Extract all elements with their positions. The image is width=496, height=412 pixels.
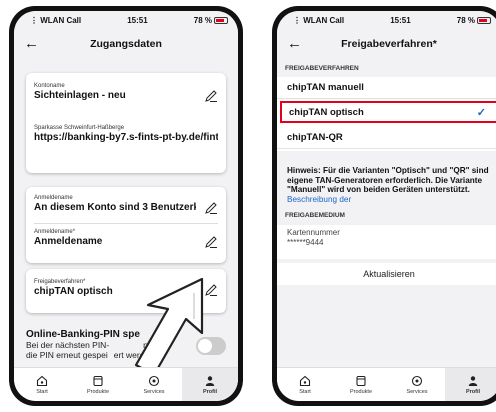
option-label: chipTAN-QR [287,132,343,143]
divider [34,223,218,224]
tab-produkte-label: Produkte [349,388,372,395]
carrier-label: WLAN Call [40,15,82,25]
pin-desc-line2: die PIN erneut gespei [26,350,108,360]
option-chiptan-manuell[interactable]: chipTAN manuell [277,77,496,99]
tab-services-label: Services [143,388,165,395]
pin-desc-line1: Bei der nächsten PIN- [26,340,110,350]
back-arrow-icon[interactable]: ← [24,35,39,52]
medium-row: Kartennummer ******9444 [277,225,496,259]
login-name-label: Anmeldename [34,195,73,201]
screen-freigabeverfahren: ⋮ WLAN Call 15:51 78 % ← Freigabeverfahr… [277,11,496,401]
refresh-button[interactable]: Aktualisieren [277,263,496,285]
time-label: 15:51 [127,15,148,25]
login-name-value: An diesem Konto sind 3 Benutzerkennungen [34,202,196,213]
tab-services[interactable]: Services [389,368,445,401]
tab-bar: Start Produkte Services Profil [14,367,238,401]
account-card: Kontoname Sichteinlagen - neu Sparkasse … [26,73,226,173]
status-bar: ⋮ WLAN Call 15:51 78 % [277,11,496,29]
checkmark-icon: ✓ [476,106,486,119]
page-title: Freigabeverfahren* [341,38,437,50]
tab-produkte[interactable]: Produkte [333,368,389,401]
hint-body: Hinweis: Für die Varianten "Optisch" und… [287,166,489,194]
bank-url-value: https://banking-by7.s-fints-pt-by.de/fin… [34,132,218,143]
battery-percent: 78 % [456,15,475,25]
tab-services[interactable]: Services [126,368,182,401]
login-name-field[interactable]: Anmeldename An diesem Konto sind 3 Benut… [34,195,196,213]
page-title: Zugangsdaten [90,38,162,50]
option-label: chipTAN optisch [289,106,364,118]
tab-start-label: Start [299,388,311,395]
services-icon [411,375,423,386]
bank-name-label: Sparkasse Schweinfurt-Haßberge [34,125,125,131]
section-header-verfahren: FREIGABEVERFAHREN [285,65,359,72]
battery-icon [213,16,228,24]
back-arrow-icon[interactable]: ← [287,35,302,52]
tab-start-label: Start [36,388,48,395]
edit-pencil-icon[interactable] [204,235,218,249]
edit-pencil-icon[interactable] [204,201,218,215]
services-icon [148,375,160,386]
tab-bar: Start Produkte Services Profil [277,367,496,401]
option-label: chipTAN manuell [287,82,364,93]
tab-profil[interactable]: Profil [445,368,496,401]
carrier-label: WLAN Call [303,15,345,25]
login-name-2-value: Anmeldename [34,236,103,247]
login-name-2-field[interactable]: Anmeldename* Anmeldename [34,229,218,247]
tab-profil-label: Profil [202,388,218,395]
home-icon [299,375,311,386]
section-header-medium: FREIGABEMEDIUM [285,212,345,219]
option-chiptan-optisch[interactable]: chipTAN optisch ✓ [280,101,496,123]
tab-produkte[interactable]: Produkte [70,368,126,401]
hint-text: Hinweis: Für die Varianten "Optisch" und… [287,166,493,204]
edit-pencil-icon[interactable] [204,89,218,103]
account-name-value: Sichteinlagen - neu [34,90,126,101]
wifi-icon: ⋮ [293,15,304,25]
status-bar: ⋮ WLAN Call 15:51 78 % [14,11,238,29]
time-label: 15:51 [390,15,411,25]
tab-produkte-label: Produkte [86,388,109,395]
battery-percent: 78 % [193,15,212,25]
wallet-icon [93,375,103,386]
tab-start[interactable]: Start [277,368,333,401]
person-icon [468,375,478,386]
home-icon [36,375,48,386]
screen-zugangsdaten: ⋮ WLAN Call 15:51 78 % ← Zugangsdaten Ko… [14,11,238,401]
login-card: Anmeldename An diesem Konto sind 3 Benut… [26,187,226,263]
phone-left: ⋮ WLAN Call 15:51 78 % ← Zugangsdaten Ko… [9,6,243,406]
tab-profil[interactable]: Profil [182,368,238,401]
description-link[interactable]: Beschreibung der [287,195,351,204]
tab-start[interactable]: Start [14,368,70,401]
person-icon [205,375,215,386]
card-number-label: Kartennummer [287,228,340,237]
battery-icon [476,16,491,24]
bank-url-field: Sparkasse Schweinfurt-Haßberge https://b… [34,125,218,143]
account-name-label: Kontoname [34,83,65,89]
approval-options-list: chipTAN manuell chipTAN optisch ✓ chipTAN… [277,77,496,151]
navbar: ← Freigabeverfahren* [277,29,496,59]
tab-profil-label: Profil [465,388,481,395]
login-name-2-label: Anmeldename* [34,229,76,235]
wallet-icon [356,375,366,386]
tab-services-label: Services [406,388,428,395]
phone-right: ⋮ WLAN Call 15:51 78 % ← Freigabeverfahr… [272,6,496,406]
account-name-field[interactable]: Kontoname Sichteinlagen - neu [34,83,218,101]
card-number-value: ******9444 [287,238,324,247]
option-chiptan-qr[interactable]: chipTAN-QR [277,127,496,149]
wifi-icon: ⋮ [30,15,41,25]
navbar: ← Zugangsdaten [14,29,238,59]
